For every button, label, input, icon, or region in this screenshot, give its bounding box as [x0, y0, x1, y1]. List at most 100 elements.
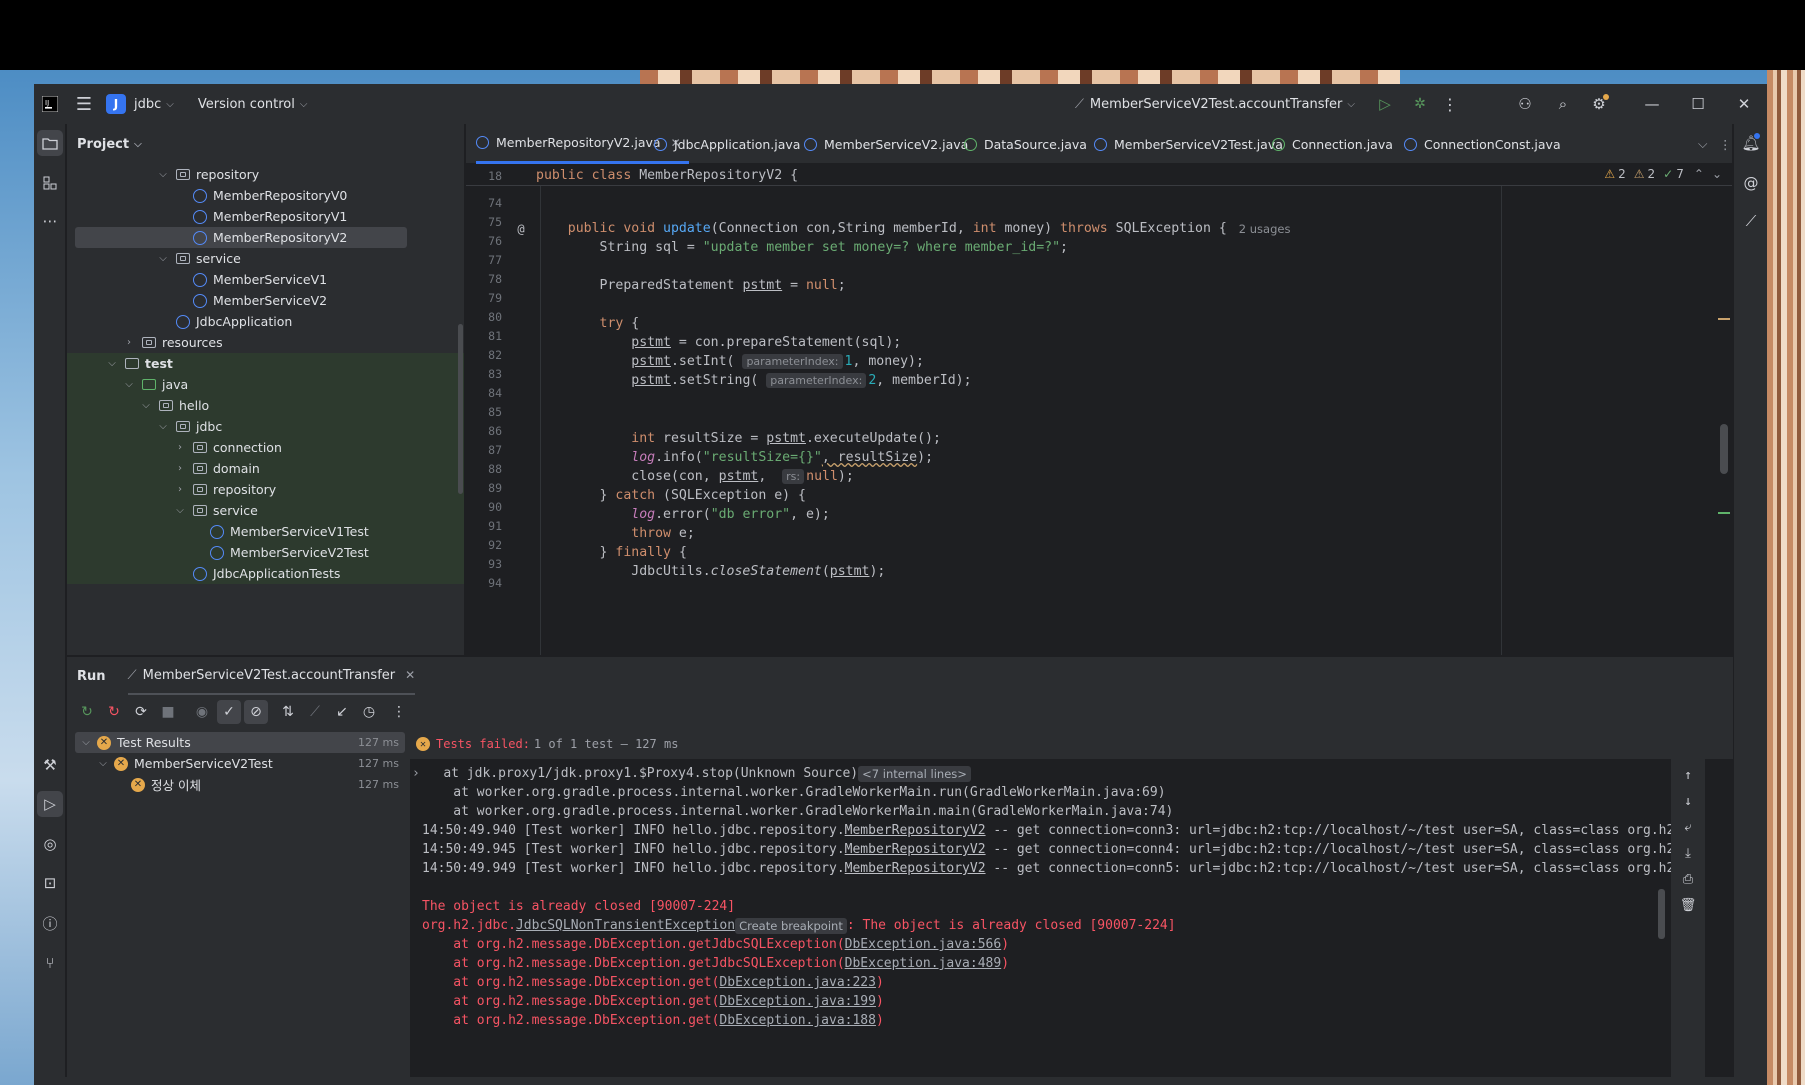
gradle-icon[interactable]: ⟋	[1738, 208, 1764, 234]
editor-tab[interactable]: JdbcApplication.java	[654, 124, 808, 164]
project-tree-item[interactable]: MemberServiceV1	[67, 269, 464, 290]
test-result-row[interactable]: ✕ 정상 이체 127 ms	[75, 774, 405, 795]
project-tree-item[interactable]: ⌵ test	[67, 353, 464, 374]
run-tab[interactable]: ⟋ MemberServiceV2Test.accountTransfer ✕	[127, 657, 416, 695]
project-tree-item[interactable]: › resources	[67, 332, 464, 353]
override-gutter-icon[interactable]: @	[506, 222, 536, 236]
print-icon[interactable]: ⎙	[1671, 867, 1705, 891]
internal-lines-fold[interactable]: <7 internal lines>	[858, 765, 971, 782]
exception-link[interactable]: JdbcSQLNonTransientException	[516, 918, 735, 933]
project-tree-item[interactable]: ⌵ repository	[67, 164, 464, 185]
editor-tab[interactable]: ConnectionConst.java	[1404, 124, 1569, 164]
console-output[interactable]: ✕ Tests failed: 1 of 1 test – 127 ms › a…	[410, 729, 1733, 1085]
tab-more-icon[interactable]: ⋮	[1719, 124, 1733, 164]
project-tree-item[interactable]: MemberRepositoryV1	[67, 206, 464, 227]
class-link[interactable]: MemberRepositoryV2	[845, 823, 986, 838]
chevron-right-icon[interactable]: ›	[173, 463, 187, 474]
project-tree-item[interactable]: MemberServiceV2	[67, 290, 464, 311]
git-icon[interactable]: ⑂	[37, 950, 63, 976]
show-passed-icon[interactable]: ✓	[217, 700, 241, 724]
run-icon[interactable]: ▷	[1365, 84, 1405, 124]
project-tree-item[interactable]: MemberRepositoryV2	[75, 227, 407, 248]
editor-tab[interactable]: MemberServiceV2Test.java	[1094, 124, 1291, 164]
project-tree-item[interactable]: JdbcApplicationTests	[67, 563, 464, 584]
close-window-button[interactable]: ✕	[1721, 84, 1767, 124]
usages-hint[interactable]: 2 usages	[1239, 222, 1291, 236]
build-hammer-icon[interactable]: ⚒	[37, 752, 63, 778]
run-tool-icon[interactable]: ▷	[37, 791, 63, 817]
next-highlight-icon[interactable]: ⌄	[1712, 167, 1722, 181]
chevron-down-icon[interactable]: ⌵	[173, 505, 187, 516]
notifications-icon[interactable]: 🔔︎	[1738, 130, 1764, 156]
sticky-header[interactable]: 18 public class MemberRepositoryV2 { ⚠ 2 …	[466, 164, 1732, 186]
project-panel-header[interactable]: Project ⌵	[67, 124, 464, 164]
toggle-auto-test-icon[interactable]: ⟳	[129, 700, 153, 724]
stop-icon[interactable]: ■	[156, 700, 180, 724]
project-tree-item[interactable]: ⌵ service	[67, 248, 464, 269]
editor-tab[interactable]: Connection.java	[1272, 124, 1401, 164]
minimize-button[interactable]: —	[1629, 84, 1675, 124]
project-tree-item[interactable]: ⌵ java	[67, 374, 464, 395]
previous-highlight-icon[interactable]: ⌃	[1694, 167, 1704, 181]
show-ignored-icon[interactable]: ⊘	[244, 700, 268, 724]
structure-icon[interactable]	[37, 170, 63, 196]
history-icon[interactable]: ◷	[357, 700, 381, 724]
expand-icon[interactable]: ›	[412, 766, 443, 781]
chevron-down-icon[interactable]: ⌵	[122, 379, 136, 390]
sort-icon[interactable]: ⇅	[276, 700, 300, 724]
chevron-right-icon[interactable]: ›	[173, 484, 187, 495]
search-icon[interactable]: ⌕	[1545, 84, 1581, 124]
chevron-right-icon[interactable]: ›	[122, 337, 136, 348]
project-folder-icon[interactable]	[37, 130, 63, 156]
ai-assistant-icon[interactable]: @	[1738, 170, 1764, 196]
more-tools-icon[interactable]: ⋯	[37, 208, 63, 234]
main-menu-icon[interactable]: ☰	[66, 84, 102, 124]
problems-icon[interactable]: ⓘ	[37, 910, 63, 936]
source-link[interactable]: DbException.java:223	[719, 975, 876, 990]
class-link[interactable]: MemberRepositoryV2	[845, 861, 986, 876]
test-result-row[interactable]: ⌵ ✕ MemberServiceV2Test 127 ms	[75, 753, 405, 774]
chevron-down-icon[interactable]: ⌵	[156, 421, 170, 432]
chevron-down-icon[interactable]: ⌵	[156, 253, 170, 264]
project-tree-item[interactable]: MemberServiceV1Test	[67, 521, 464, 542]
chevron-right-icon[interactable]: ›	[173, 442, 187, 453]
rerun-failed-icon[interactable]: ↻	[102, 700, 126, 724]
services-icon[interactable]: ◎	[37, 831, 63, 857]
source-link[interactable]: DbException.java:566	[845, 937, 1002, 952]
terminal-icon[interactable]: ⊡	[37, 870, 63, 896]
scroll-to-end-icon[interactable]: ⤓	[1671, 841, 1705, 865]
app-logo-icon[interactable]: IJ	[34, 84, 66, 124]
project-selector[interactable]: J jdbc ⌵	[106, 84, 174, 124]
project-tree-item[interactable]: MemberServiceV2Test	[67, 542, 464, 563]
project-tree-item[interactable]: ⌵ hello	[67, 395, 464, 416]
project-tree-item[interactable]: JdbcApplication	[67, 311, 464, 332]
editor-scrollbar[interactable]	[1720, 424, 1728, 474]
debug-icon[interactable]: ✲	[1405, 84, 1435, 124]
source-link[interactable]: DbException.java:489	[845, 956, 1002, 971]
change-stripe-marker[interactable]	[1718, 512, 1730, 514]
clear-all-icon[interactable]: 🗑︎	[1671, 893, 1705, 917]
inspection-widget[interactable]: ⚠ 2 ⚠ 2 ✓ 7 ⌃ ⌄	[1604, 167, 1722, 181]
code-area[interactable]: 74 75 76 77 78 79 80 81 82 83 84 85 86 87 88 89 90 91 92 93…	[466, 186, 1732, 655]
close-tab-icon[interactable]: ✕	[405, 668, 415, 682]
scroll-down-icon[interactable]: ↓	[1671, 789, 1705, 813]
project-tree-item[interactable]: › repository	[67, 479, 464, 500]
editor-tab[interactable]: DataSource.java	[964, 124, 1095, 164]
tab-list-chevron-icon[interactable]: ⌵	[1698, 124, 1718, 164]
project-tree-item[interactable]: MemberRepositoryV0	[67, 185, 464, 206]
console-scrollbar[interactable]	[1658, 889, 1665, 939]
run-config-selector[interactable]: ⟋ MemberServiceV2Test.accountTransfer ⌵	[1075, 84, 1355, 124]
settings-icon[interactable]: ⚙	[1581, 84, 1617, 124]
chevron-down-icon[interactable]: ⌵	[139, 400, 153, 411]
chevron-down-icon[interactable]: ⌵	[79, 737, 93, 748]
more-options-icon[interactable]: ⋮	[387, 700, 411, 724]
rerun-icon[interactable]: ↻	[75, 700, 99, 724]
maximize-button[interactable]: ☐	[1675, 84, 1721, 124]
source-link[interactable]: DbException.java:188	[719, 1013, 876, 1028]
class-link[interactable]: MemberRepositoryV2	[845, 842, 986, 857]
run-panel-title[interactable]: Run	[77, 669, 106, 684]
scroll-up-icon[interactable]: ↑	[1671, 763, 1705, 787]
project-scrollbar[interactable]	[458, 324, 463, 494]
warning-stripe-marker[interactable]	[1718, 318, 1730, 320]
more-actions-icon[interactable]: ⋮	[1435, 84, 1465, 124]
